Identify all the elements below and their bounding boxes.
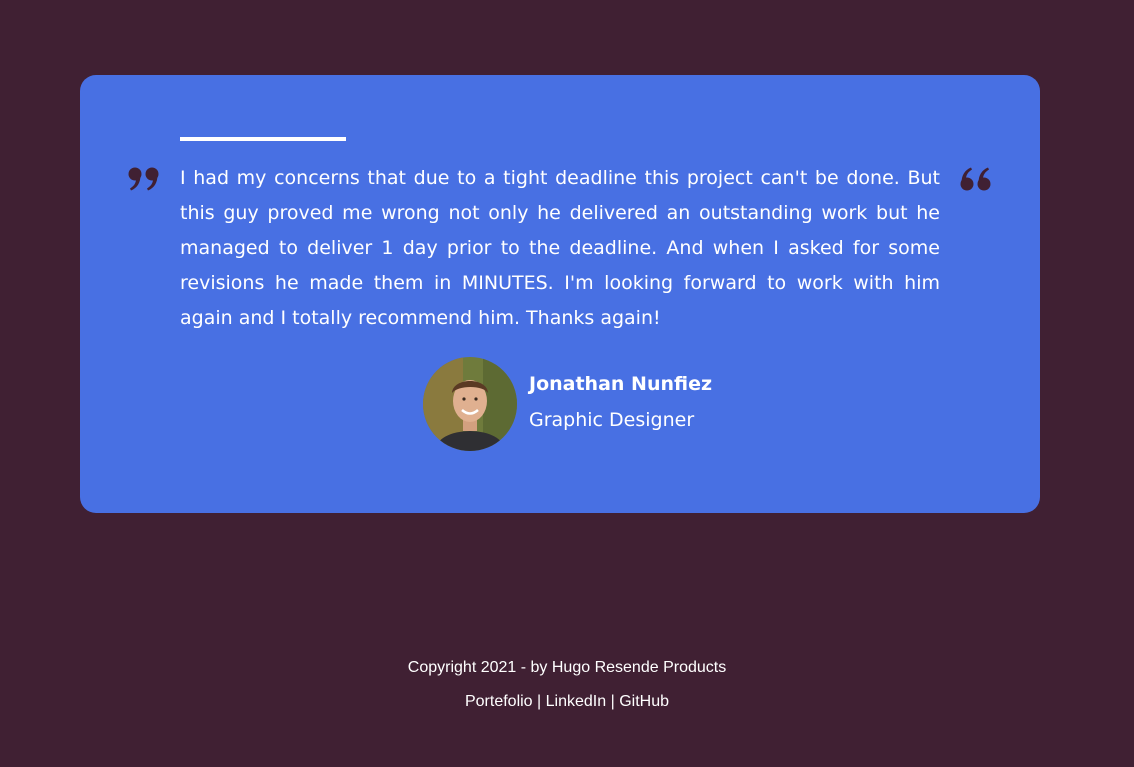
portfolio-link[interactable]: Portefolio [465, 693, 533, 710]
footer-copyright: Copyright 2021 - by Hugo Resende Product… [407, 659, 727, 676]
author-block: Jonathan Nunfiez Graphic Designer [423, 357, 712, 451]
github-link[interactable]: GitHub [619, 693, 669, 710]
avatar [423, 357, 517, 451]
linkedin-link[interactable]: LinkedIn [546, 693, 607, 710]
closing-quote-icon [128, 167, 159, 191]
footer-links: Portefolio | LinkedIn | GitHub [0, 693, 1134, 711]
opening-quote-icon [960, 167, 991, 191]
author-role: Graphic Designer [529, 409, 695, 431]
author-info: Jonathan Nunfiez Graphic Designer [529, 373, 712, 433]
testimonial-card: I had my concerns that due to a tight de… [80, 75, 1040, 513]
link-separator: | [610, 693, 615, 710]
accent-bar [180, 137, 346, 141]
testimonial-quote: I had my concerns that due to a tight de… [180, 167, 940, 329]
link-separator: | [537, 693, 542, 710]
author-name: Jonathan Nunfiez [529, 373, 713, 395]
